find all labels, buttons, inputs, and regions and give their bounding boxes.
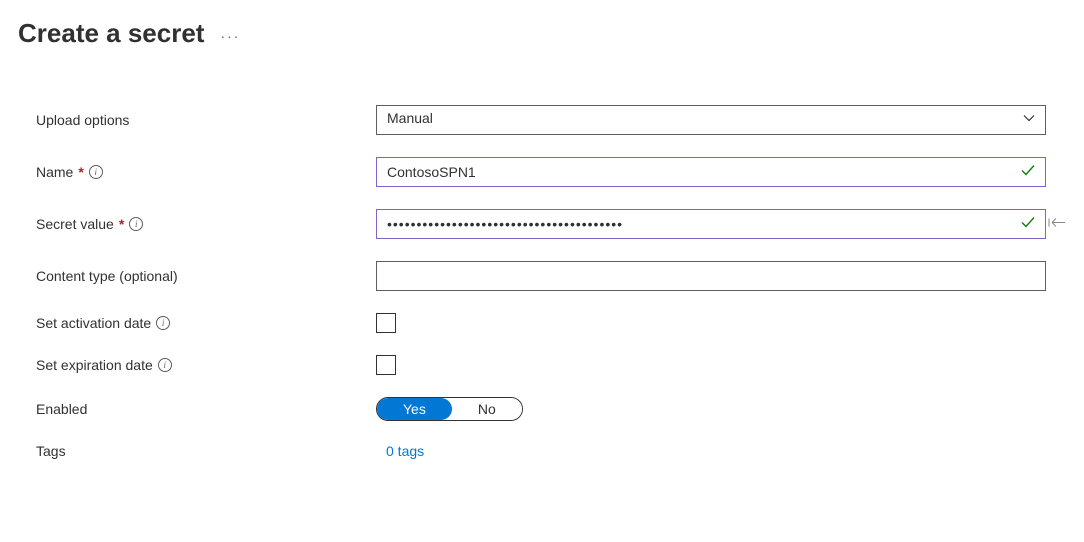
label-expiration-date: Set expiration date i (36, 357, 376, 373)
row-upload-options: Upload options Manual (36, 105, 1066, 135)
row-content-type: Content type (optional) (36, 261, 1066, 291)
row-tags: Tags 0 tags (36, 443, 1066, 459)
label-upload-options-text: Upload options (36, 112, 129, 128)
required-indicator: * (78, 164, 83, 180)
control-enabled: Yes No (376, 397, 1046, 421)
control-name (376, 157, 1046, 187)
info-icon[interactable]: i (129, 217, 143, 231)
row-expiration-date: Set expiration date i (36, 355, 1066, 375)
toggle-enabled: Yes No (376, 397, 523, 421)
control-tags: 0 tags (376, 443, 1046, 459)
row-name: Name * i (36, 157, 1066, 187)
required-indicator: * (119, 216, 124, 232)
checkmark-icon (1020, 215, 1036, 234)
checkbox-expiration-date[interactable] (376, 355, 396, 375)
control-content-type (376, 261, 1046, 291)
row-activation-date: Set activation date i (36, 313, 1066, 333)
page-title: Create a secret (18, 18, 204, 49)
input-name[interactable] (376, 157, 1046, 187)
control-upload-options: Manual (376, 105, 1046, 135)
toggle-option-no[interactable]: No (452, 398, 522, 420)
label-content-type-text: Content type (optional) (36, 268, 178, 284)
input-content-type[interactable] (376, 261, 1046, 291)
label-enabled: Enabled (36, 401, 376, 417)
label-expiration-date-text: Set expiration date (36, 357, 153, 373)
toggle-option-yes[interactable]: Yes (377, 398, 452, 420)
label-name: Name * i (36, 164, 376, 180)
form-container: Upload options Manual Name * i Secret va… (18, 105, 1066, 459)
tags-link[interactable]: 0 tags (376, 443, 424, 459)
label-name-text: Name (36, 164, 73, 180)
row-secret-value: Secret value * i (36, 209, 1066, 239)
control-activation-date (376, 313, 1046, 333)
input-secret-value[interactable] (376, 209, 1046, 239)
label-activation-date: Set activation date i (36, 315, 376, 331)
label-secret-value-text: Secret value (36, 216, 114, 232)
label-secret-value: Secret value * i (36, 216, 376, 232)
checkbox-activation-date[interactable] (376, 313, 396, 333)
control-secret-value (376, 209, 1046, 239)
checkmark-icon (1020, 163, 1036, 182)
label-tags: Tags (36, 443, 376, 459)
select-upload-options[interactable]: Manual (376, 105, 1046, 135)
cursor-arrow-icon (1048, 216, 1066, 233)
page-header: Create a secret ··· (18, 18, 1066, 49)
label-upload-options: Upload options (36, 112, 376, 128)
label-content-type: Content type (optional) (36, 268, 376, 284)
info-icon[interactable]: i (156, 316, 170, 330)
label-activation-date-text: Set activation date (36, 315, 151, 331)
info-icon[interactable]: i (158, 358, 172, 372)
more-icon[interactable]: ··· (220, 24, 240, 44)
control-expiration-date (376, 355, 1046, 375)
label-tags-text: Tags (36, 443, 66, 459)
row-enabled: Enabled Yes No (36, 397, 1066, 421)
info-icon[interactable]: i (89, 165, 103, 179)
label-enabled-text: Enabled (36, 401, 87, 417)
